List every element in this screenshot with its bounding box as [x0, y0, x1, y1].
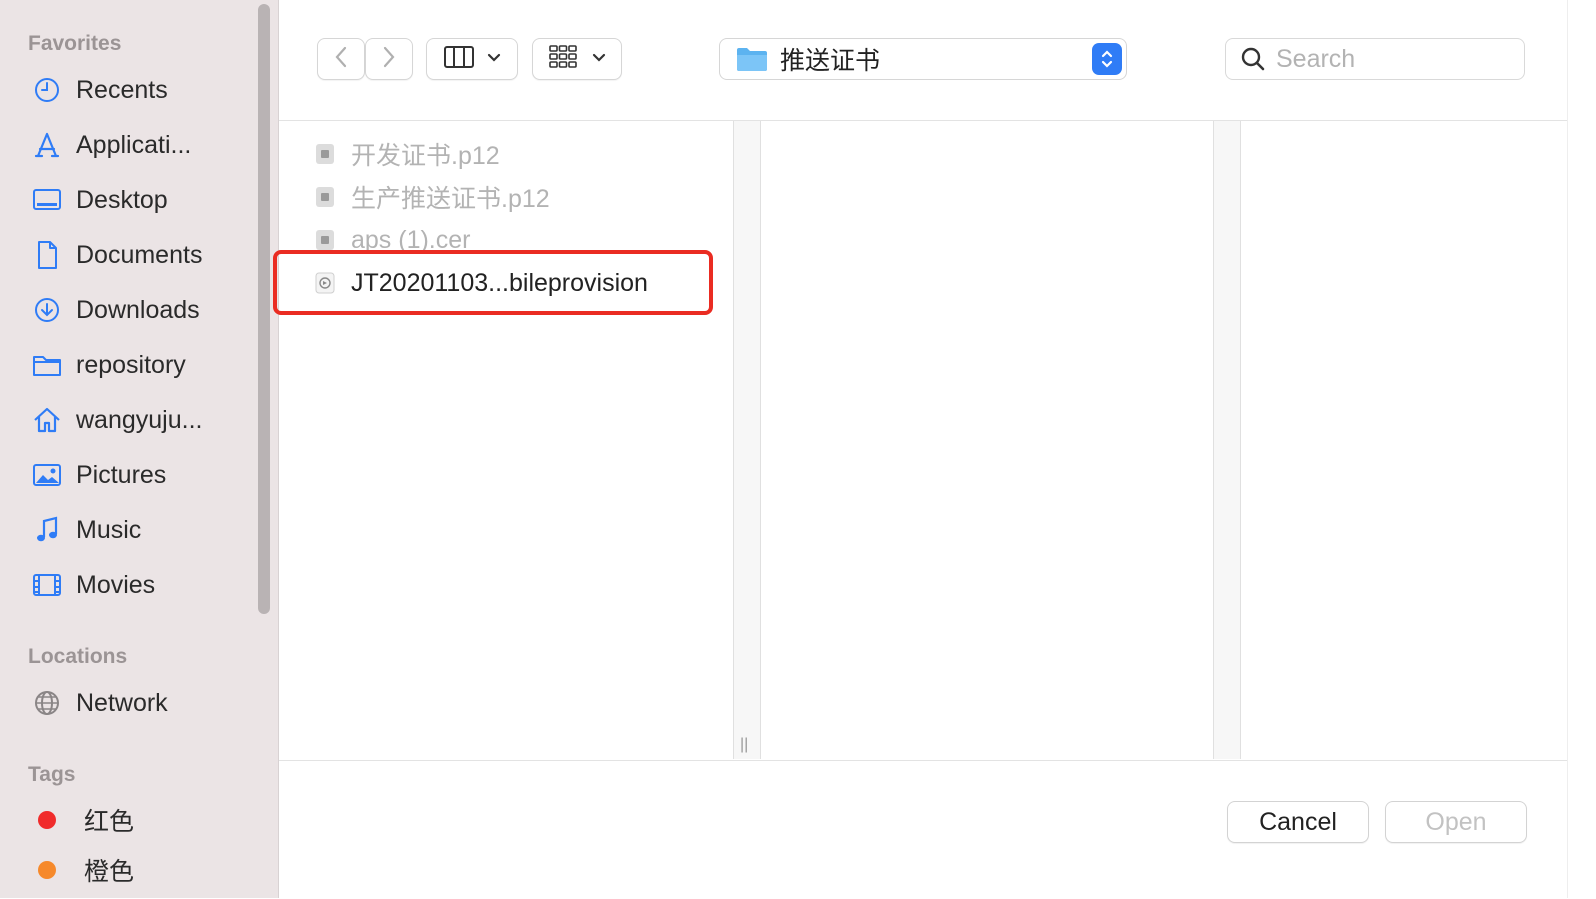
sidebar-item-label: Pictures	[76, 460, 167, 489]
document-icon	[30, 238, 64, 272]
sidebar-item-music[interactable]: Music	[30, 510, 141, 550]
desktop-icon	[30, 183, 64, 217]
toolbar: 推送证书	[279, 0, 1596, 121]
sidebar-tag-orange[interactable]: 橙色	[30, 850, 134, 890]
highlight-box	[273, 250, 713, 315]
bottom-bar: Cancel Open	[279, 760, 1596, 899]
grid-icon	[548, 44, 578, 75]
certificate-file-icon	[315, 143, 335, 165]
sidebar-item-label: Network	[76, 688, 168, 717]
view-mode-button[interactable]	[426, 38, 518, 80]
sidebar-tag-red[interactable]: 红色	[30, 800, 134, 840]
sidebar-item-label: Music	[76, 515, 142, 544]
sidebar: Favorites Recents Applicati... Desktop D…	[0, 0, 279, 898]
sidebar-scrollbar[interactable]	[258, 4, 270, 614]
location-popup[interactable]: 推送证书	[719, 38, 1127, 80]
sidebar-item-label: repository	[76, 350, 186, 379]
sidebar-item-recents[interactable]: Recents	[30, 70, 168, 110]
sidebar-item-documents[interactable]: Documents	[30, 235, 202, 275]
file-name: 开发证书.p12	[351, 142, 500, 170]
sidebar-item-label: Recents	[76, 75, 168, 104]
tag-dot-icon	[38, 811, 56, 829]
window-edge	[1567, 0, 1596, 898]
sidebar-item-label: Downloads	[76, 295, 200, 324]
download-icon	[30, 293, 64, 327]
favorites-heading: Favorites	[28, 32, 122, 55]
chevron-down-icon	[487, 50, 501, 68]
current-folder-label: 推送证书	[780, 47, 881, 75]
group-by-button[interactable]	[532, 38, 622, 80]
cancel-button[interactable]: Cancel	[1227, 801, 1369, 843]
locations-heading: Locations	[28, 645, 128, 668]
tags-heading: Tags	[28, 763, 76, 786]
column-divider[interactable]	[1213, 121, 1241, 759]
clock-icon	[30, 73, 64, 107]
sidebar-item-desktop[interactable]: Desktop	[30, 180, 168, 220]
chevron-down-icon	[592, 50, 606, 68]
sidebar-item-label: Applicati...	[76, 130, 192, 159]
sidebar-item-network[interactable]: Network	[30, 683, 168, 723]
sidebar-item-pictures[interactable]: Pictures	[30, 455, 166, 495]
sidebar-item-movies[interactable]: Movies	[30, 565, 155, 605]
file-column: 开发证书.p12 生产推送证书.p12 aps (1).cer JT202011…	[279, 121, 733, 759]
sidebar-item-label: 橙色	[84, 858, 135, 886]
sidebar-item-label: 红色	[84, 808, 135, 836]
column-divider[interactable]	[733, 121, 761, 759]
sidebar-item-label: wangyuju...	[76, 405, 203, 434]
sidebar-item-downloads[interactable]: Downloads	[30, 290, 200, 330]
open-button[interactable]: Open	[1385, 801, 1527, 843]
columns-view-icon	[443, 45, 475, 74]
search-field[interactable]	[1225, 38, 1525, 80]
certificate-file-icon	[315, 186, 335, 208]
home-icon	[30, 403, 64, 437]
globe-icon	[30, 686, 64, 720]
music-icon	[30, 513, 64, 547]
sidebar-item-applications[interactable]: Applicati...	[30, 125, 191, 165]
chevron-right-icon	[381, 45, 397, 74]
column-resize-handle[interactable]: ||	[740, 736, 748, 754]
file-row[interactable]: 开发证书.p12	[315, 134, 500, 174]
folder-icon	[736, 45, 768, 73]
movies-icon	[30, 568, 64, 602]
folder-icon	[30, 348, 64, 382]
sidebar-item-label: Movies	[76, 570, 156, 599]
chevron-left-icon	[333, 45, 349, 74]
updown-chevron-icon	[1092, 43, 1122, 75]
search-icon	[1240, 46, 1266, 72]
applications-icon	[30, 128, 64, 162]
search-input[interactable]	[1274, 43, 1508, 75]
tag-dot-icon	[38, 861, 56, 879]
sidebar-item-label: Documents	[76, 240, 203, 269]
file-name: 生产推送证书.p12	[351, 185, 550, 213]
pictures-icon	[30, 458, 64, 492]
sidebar-item-home[interactable]: wangyuju...	[30, 400, 202, 440]
sidebar-item-repository[interactable]: repository	[30, 345, 186, 385]
certificate-file-icon	[315, 229, 335, 251]
back-button[interactable]	[317, 38, 365, 80]
file-row[interactable]: 生产推送证书.p12	[315, 177, 550, 217]
sidebar-item-label: Desktop	[76, 185, 168, 214]
forward-button[interactable]	[365, 38, 413, 80]
